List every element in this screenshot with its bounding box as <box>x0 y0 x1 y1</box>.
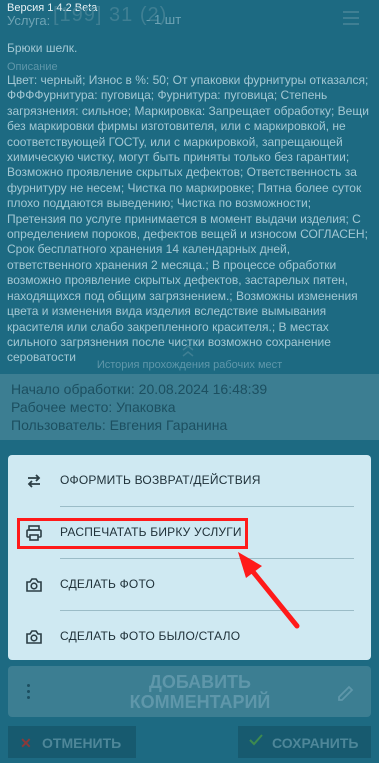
close-icon: ✕ <box>20 735 32 751</box>
cancel-button[interactable]: ✕ ОТМЕНИТЬ <box>8 726 136 758</box>
service-label: Услуга: <box>7 13 51 28</box>
top-bar: Версия 1.4.2 Beta Услуга: [199] 31 (2) -… <box>0 0 379 38</box>
save-button[interactable]: СОХРАНИТЬ <box>238 726 371 758</box>
highlight-box <box>17 518 248 549</box>
sheet-item-label: СДЕЛАТЬ ФОТО БЫЛО/СТАЛО <box>60 629 241 643</box>
pencil-icon[interactable] <box>336 683 356 703</box>
cancel-label: ОТМЕНИТЬ <box>42 735 122 751</box>
description-text: Цвет: черный; Износ в %: 50; От упаковки… <box>7 73 369 365</box>
camera-icon <box>26 630 42 644</box>
service-quantity: - 1 шт <box>146 12 182 27</box>
history-start: Начало обработки: 20.08.2024 16:48:39 <box>11 381 268 397</box>
add-comment-label: ДОБАВИТЬ КОММЕНТАРИЙ <box>129 672 271 712</box>
sheet-item-label: СДЕЛАТЬ ФОТО <box>60 577 155 591</box>
sheet-item-label: ОФОРМИТЬ ВОЗВРАТ/ДЕЙСТВИЯ <box>60 473 261 487</box>
item-name: Брюки шелк. <box>7 41 78 55</box>
save-label: СОХРАНИТЬ <box>272 735 359 751</box>
more-vertical-icon[interactable] <box>27 684 31 700</box>
history-user: Пользователь: Евгения Гаранина <box>11 417 228 433</box>
history-title: История прохождения рабочих мест <box>96 359 283 371</box>
chevron-up-icon <box>182 351 194 357</box>
swap-icon <box>27 474 41 488</box>
description-label: Описание <box>7 61 58 73</box>
check-icon <box>249 734 263 746</box>
camera-icon <box>26 578 42 592</box>
history-workplace: Рабочее место: Упаковка <box>11 399 176 415</box>
sheet-item-take-photo[interactable]: СДЕЛАТЬ ФОТО <box>8 559 371 610</box>
actions-sheet: ОФОРМИТЬ ВОЗВРАТ/ДЕЙСТВИЯ РАСПЕЧАТАТЬ БИ… <box>8 455 371 660</box>
sheet-item-return[interactable]: ОФОРМИТЬ ВОЗВРАТ/ДЕЙСТВИЯ <box>8 455 371 506</box>
menu-icon[interactable] <box>343 11 359 25</box>
sheet-item-photo-before-after[interactable]: СДЕЛАТЬ ФОТО БЫЛО/СТАЛО <box>8 611 371 662</box>
